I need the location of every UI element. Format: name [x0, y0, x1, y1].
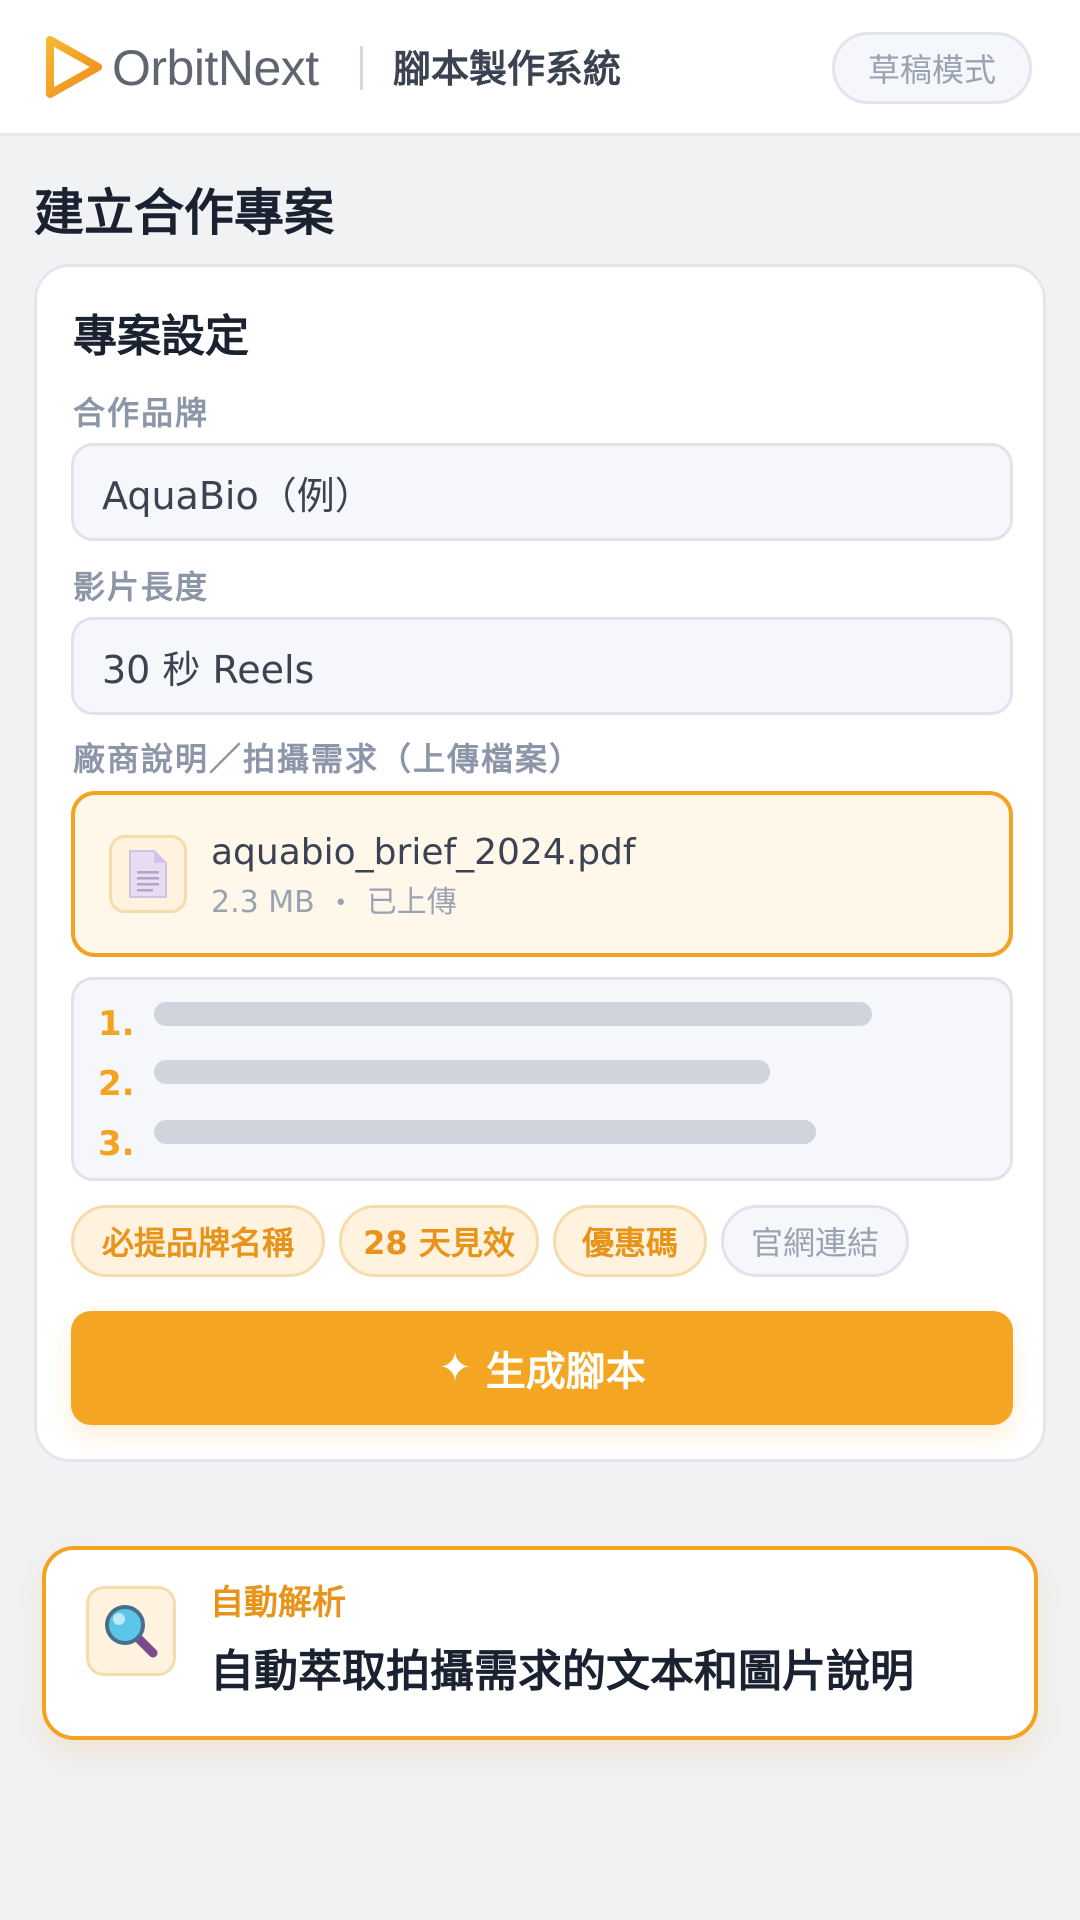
- file-meta: 2.3 MB • 已上傳: [211, 883, 457, 924]
- list-number-3: 3.: [98, 1124, 135, 1164]
- upload-status: 已上傳: [366, 885, 457, 920]
- list-item-placeholder-3: [154, 1120, 816, 1144]
- app-header: OrbitNext 腳本製作系統 草稿模式: [0, 0, 1080, 136]
- magnifier-icon: [86, 1586, 176, 1676]
- brief-field-label: 廠商說明／拍攝需求（上傳檔案）: [73, 740, 584, 778]
- brand-field-label: 合作品牌: [73, 394, 210, 432]
- video-length-select[interactable]: 30 秒 Reels: [71, 617, 1013, 715]
- project-settings-card: 專案設定 合作品牌 AquaBio（例） 影片長度 30 秒 Reels 廠商說…: [34, 264, 1046, 1462]
- header-divider: [360, 46, 363, 90]
- draft-mode-button[interactable]: 草稿模式: [832, 32, 1032, 104]
- generate-button-label: 生成腳本: [485, 1349, 646, 1395]
- section-title: 專案設定: [73, 311, 249, 362]
- list-item-placeholder-2: [154, 1060, 770, 1084]
- tag-website-link[interactable]: 官網連結: [721, 1205, 909, 1277]
- list-item-placeholder-1: [154, 1002, 872, 1026]
- feature-kicker: 自動解析: [210, 1583, 346, 1623]
- play-logo-icon: [46, 36, 102, 98]
- brand-input[interactable]: AquaBio（例）: [71, 443, 1013, 541]
- file-name: aquabio_brief_2024.pdf: [211, 832, 636, 873]
- feature-description: 自動萃取拍攝需求的文本和圖片說明: [210, 1646, 914, 1697]
- requirements-list: 1. 2. 3.: [71, 977, 1013, 1181]
- file-size: 2.3 MB: [211, 885, 315, 920]
- sparkle-icon: ✦: [438, 1345, 472, 1391]
- tag-coupon-code[interactable]: 優惠碼: [553, 1205, 707, 1277]
- page-title: 建立合作專案: [34, 184, 334, 242]
- length-field-label: 影片長度: [73, 568, 210, 606]
- document-icon: [109, 835, 187, 913]
- system-title: 腳本製作系統: [393, 47, 622, 91]
- auto-parse-feature-card: 自動解析 自動萃取拍攝需求的文本和圖片說明: [42, 1546, 1038, 1740]
- meta-separator: •: [334, 890, 348, 916]
- list-number-1: 1.: [98, 1004, 135, 1044]
- list-number-2: 2.: [98, 1064, 135, 1104]
- generate-script-button[interactable]: ✦ 生成腳本: [71, 1311, 1013, 1425]
- tag-28-days[interactable]: 28 天見效: [339, 1205, 539, 1277]
- tag-brand-name[interactable]: 必提品牌名稱: [71, 1205, 325, 1277]
- brand-logo-text: OrbitNext: [112, 40, 319, 96]
- uploaded-file-card[interactable]: aquabio_brief_2024.pdf 2.3 MB • 已上傳: [71, 791, 1013, 957]
